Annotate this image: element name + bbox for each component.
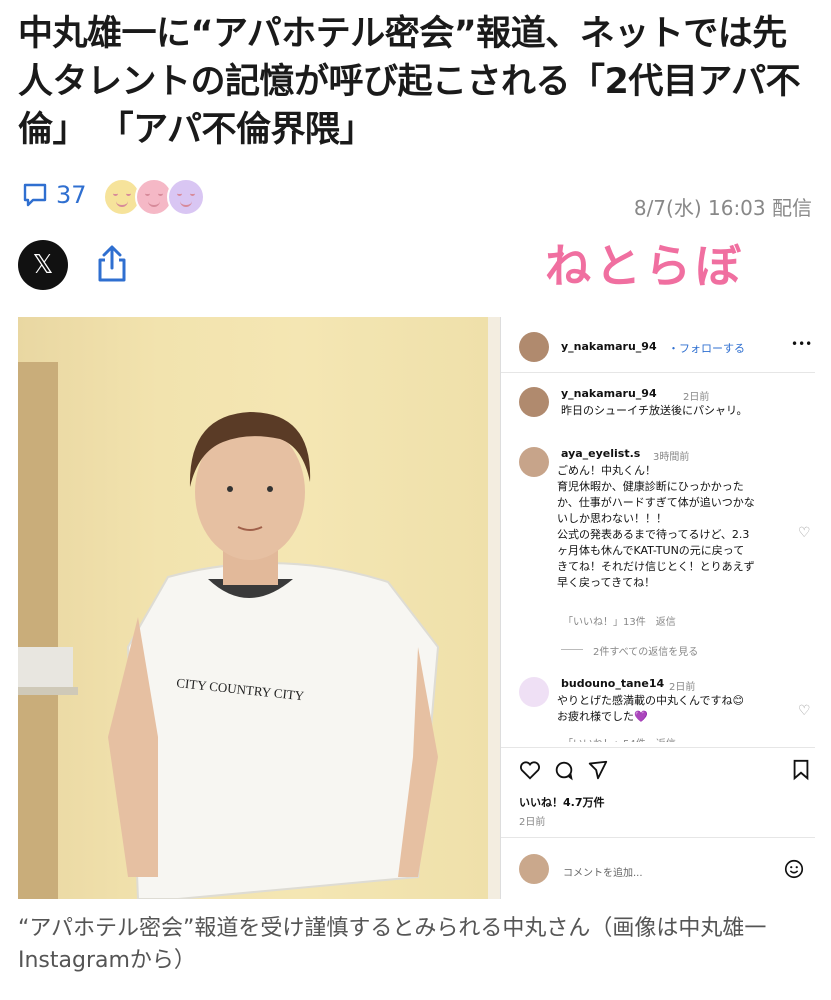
more-icon[interactable]: •••: [791, 337, 812, 351]
emoji-icon[interactable]: [783, 858, 805, 880]
x-share-button[interactable]: 𝕏: [18, 240, 68, 290]
comment-count: 37: [56, 181, 87, 209]
avatar: [519, 677, 549, 707]
ig-comment-username[interactable]: aya_eyelist.s: [561, 447, 640, 460]
avatar: [519, 387, 549, 417]
article-title: 中丸雄一に“アパホテル密会”報道、ネットでは先人タレントの記憶が呼び起こされる「…: [18, 14, 801, 150]
ig-comment-meta[interactable]: 「いいね！」54件 返信: [563, 735, 676, 742]
ig-comment: aya_eyelist.s 3時間前 ごめん！中丸くん！ 育児休暇か、健康診断に…: [501, 445, 815, 635]
ig-header: y_nakamaru_94 ・フォローする •••: [501, 327, 815, 367]
comment-icon: [23, 183, 47, 207]
ig-post-date: 2日前: [519, 817, 546, 828]
ig-post-time: 2日前: [683, 392, 710, 403]
ig-comment-input[interactable]: コメントを追加...: [563, 864, 643, 879]
ig-comment-text: ごめん！中丸くん！ 育児休暇か、健康診断にひっかかった か、仕事がハードすぎて体…: [557, 464, 755, 589]
ig-comment-text: やりとげた感満載の中丸くんですね😊 お疲れ様でした💜: [557, 694, 744, 723]
ig-post-caption: 昨日のシューイチ放送後にパシャリ。: [561, 404, 748, 417]
portrait-photo: CITY COUNTRY CITY: [18, 317, 488, 899]
avatar: [519, 332, 549, 362]
person-illustration: CITY COUNTRY CITY: [18, 412, 440, 899]
article-meta-row: 37 8/7(水) 16:03 配信: [18, 178, 818, 222]
heart-icon[interactable]: ♡: [798, 703, 812, 719]
ig-comment: budouno_tane14 2日前 やりとげた感満載の中丸くんですね😊 お疲れ…: [501, 675, 815, 745]
send-icon[interactable]: [587, 759, 609, 781]
ig-view-replies[interactable]: 2件すべての返信を見る: [501, 643, 815, 663]
instagram-panel: y_nakamaru_94 ・フォローする ••• y_nakamaru_94 …: [500, 317, 815, 899]
reaction-faces[interactable]: [103, 178, 205, 216]
ig-comment-input-row: コメントを追加...: [501, 852, 815, 888]
comment-bubble-icon[interactable]: [553, 759, 575, 781]
ig-follow-button[interactable]: ・フォローする: [668, 340, 745, 356]
like-heart-icon[interactable]: [519, 759, 541, 781]
avatar: [519, 854, 549, 884]
ig-likes-count[interactable]: いいね！4.7万件: [519, 794, 605, 810]
avatar: [519, 447, 549, 477]
comment-button[interactable]: 37: [20, 180, 87, 210]
ig-post: y_nakamaru_94 2日前 昨日のシューイチ放送後にパシャリ。: [501, 385, 815, 435]
ig-comment-time: 3時間前: [653, 452, 690, 463]
smile-face-icon: [167, 178, 205, 216]
ig-header-username[interactable]: y_nakamaru_94: [561, 340, 657, 353]
ig-post-username[interactable]: y_nakamaru_94: [561, 387, 657, 400]
publish-date: 8/7(水) 16:03 配信: [633, 196, 812, 220]
image-caption: “アパホテル密会”報道を受け謹慎するとみられる中丸さん（画像は中丸雄一Insta…: [18, 916, 767, 973]
article-image[interactable]: CITY COUNTRY CITY y_nakamaru_94 ・フォローする …: [18, 317, 815, 899]
ig-comment-username[interactable]: budouno_tane14: [561, 677, 664, 690]
ig-comment-meta[interactable]: 「いいね！」13件 返信: [563, 613, 676, 628]
x-logo-icon: 𝕏: [32, 250, 54, 280]
share-icon[interactable]: [92, 244, 132, 284]
ig-comment-time: 2日前: [669, 682, 696, 693]
publisher-logo: ねとらぼ: [545, 239, 745, 293]
divider: [501, 372, 815, 373]
bookmark-icon[interactable]: [791, 759, 811, 781]
ig-action-bar: [501, 757, 815, 787]
heart-icon[interactable]: ♡: [798, 525, 812, 541]
